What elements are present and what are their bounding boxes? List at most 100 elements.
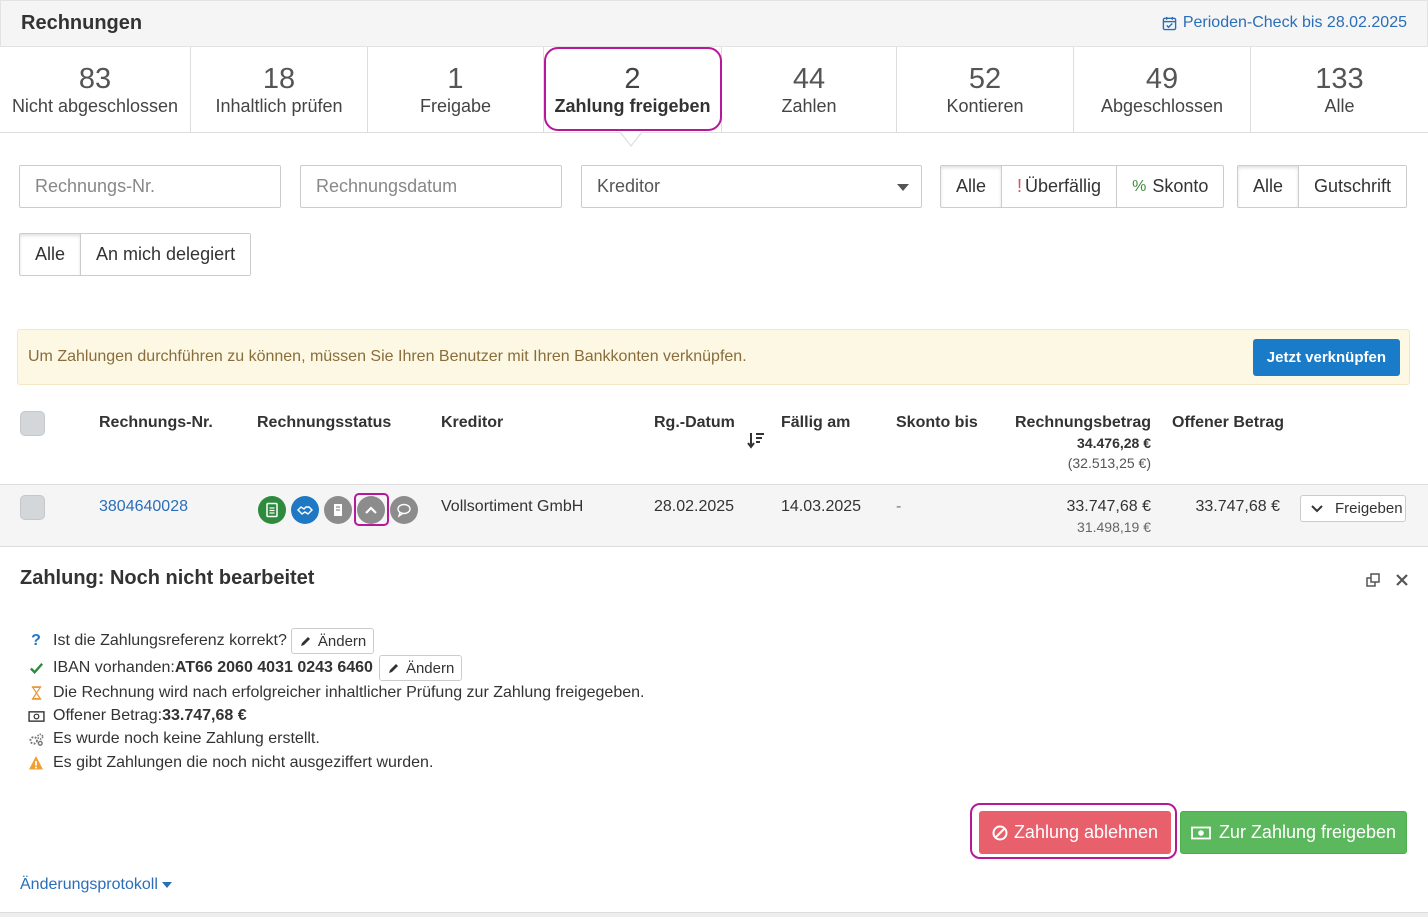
close-icon[interactable] bbox=[1395, 573, 1409, 587]
tab-label: Alle bbox=[1324, 95, 1355, 116]
comment-status-icon[interactable] bbox=[390, 496, 418, 524]
creditor-select[interactable]: Kreditor bbox=[581, 165, 922, 208]
tab-label: Abgeschlossen bbox=[1100, 95, 1224, 116]
tab-zahlung-freigeben[interactable]: 2 Zahlung freigeben bbox=[544, 47, 722, 132]
tab-nicht-abgeschlossen[interactable]: 83 Nicht abgeschlossen bbox=[0, 47, 191, 132]
caret-down-icon bbox=[897, 184, 909, 191]
filter-delegated-to-me[interactable]: An mich delegiert bbox=[81, 234, 251, 275]
approve-payment-label: Zur Zahlung freigeben bbox=[1218, 822, 1397, 842]
chevron-down-icon bbox=[1311, 505, 1323, 513]
reject-payment-button[interactable]: Zahlung ablehnen bbox=[979, 811, 1171, 854]
tab-label: Zahlen bbox=[781, 95, 837, 116]
col-creditor[interactable]: Kreditor bbox=[441, 414, 503, 432]
col-amount[interactable]: Rechnungsbetrag bbox=[1000, 414, 1151, 432]
col-status[interactable]: Rechnungsstatus bbox=[257, 414, 391, 432]
page-title: Rechnungen bbox=[21, 12, 143, 34]
edit-iban-button[interactable]: Ändern bbox=[378, 655, 463, 681]
filter-overdue[interactable]: ! Überfällig bbox=[1002, 166, 1118, 207]
invoice-number-input[interactable] bbox=[19, 165, 281, 208]
tab-count: 49 bbox=[1145, 62, 1179, 95]
filter-delegation-all[interactable]: Alle bbox=[20, 234, 82, 275]
iban-line: IBAN vorhanden: AT66 2060 4031 0243 6460… bbox=[27, 655, 463, 681]
invoice-date-input[interactable] bbox=[300, 165, 562, 208]
ban-icon bbox=[992, 825, 1008, 840]
creditor-select-value: Kreditor bbox=[597, 176, 661, 196]
popout-icon[interactable] bbox=[1366, 573, 1380, 587]
period-check-label: Perioden-Check bis 28.02.2025 bbox=[1182, 14, 1407, 31]
due-filter-group: Alle ! Überfällig % Skonto bbox=[940, 165, 1225, 208]
col-open-amount[interactable]: Offener Betrag bbox=[1172, 414, 1284, 432]
invoice-amount: 33.747,68 € bbox=[1066, 498, 1151, 515]
tab-count: 83 bbox=[78, 62, 112, 95]
invoice-date: 28.02.2025 bbox=[654, 498, 735, 515]
gears-icon bbox=[27, 730, 45, 748]
period-check-link[interactable]: Perioden-Check bis 28.02.2025 bbox=[1162, 14, 1407, 32]
tab-count: 44 bbox=[792, 62, 826, 95]
edit-label: Ändern bbox=[317, 632, 367, 650]
col-invoice-no[interactable]: Rechnungs-Nr. bbox=[99, 414, 213, 432]
row-checkbox[interactable] bbox=[20, 495, 45, 520]
discount-until: - bbox=[896, 498, 902, 515]
payment-detail-title: Zahlung: Noch nicht bearbeitet bbox=[20, 567, 315, 589]
invoice-amount-net: 31.498,19 € bbox=[1077, 519, 1151, 535]
col-date[interactable]: Rg.-Datum bbox=[654, 414, 735, 432]
tab-alle[interactable]: 133 Alle bbox=[1251, 47, 1428, 132]
tab-freigabe[interactable]: 1 Freigabe bbox=[368, 47, 544, 132]
iban-prefix: IBAN vorhanden: bbox=[53, 659, 175, 676]
changelog-label: Änderungsprotokoll bbox=[20, 876, 158, 893]
tab-kontieren[interactable]: 52 Kontieren bbox=[897, 47, 1074, 132]
money-icon bbox=[27, 707, 45, 725]
open-amount-value: 33.747,68 € bbox=[162, 707, 247, 724]
amount-total-net: (32.513,25 €) bbox=[1067, 455, 1151, 471]
tab-count: 1 bbox=[447, 62, 464, 95]
exclamation-icon: ! bbox=[1017, 176, 1023, 196]
active-tab-pointer bbox=[620, 132, 642, 147]
changelog-toggle[interactable]: Änderungsprotokoll bbox=[20, 876, 172, 894]
approve-payment-button[interactable]: Zur Zahlung freigeben bbox=[1180, 811, 1407, 854]
handshake-status-icon[interactable] bbox=[291, 496, 319, 524]
tab-label: Nicht abgeschlossen bbox=[11, 95, 179, 116]
tab-zahlen[interactable]: 44 Zahlen bbox=[722, 47, 897, 132]
open-amount-prefix: Offener Betrag: bbox=[53, 707, 163, 724]
invoice-number-link[interactable]: 3804640028 bbox=[99, 498, 188, 516]
payment-reference-line: ? Ist die Zahlungsreferenz korrekt? Ände… bbox=[27, 628, 375, 654]
release-dropdown-button[interactable]: Freigeben bbox=[1300, 495, 1406, 522]
pencil-icon bbox=[388, 663, 398, 673]
book-status-icon[interactable] bbox=[324, 496, 352, 524]
open-amount-line: Offener Betrag: 33.747,68 € bbox=[27, 707, 247, 725]
status-icon-highlight-frame bbox=[354, 493, 389, 526]
document-status-icon[interactable] bbox=[258, 496, 286, 524]
select-all-checkbox[interactable] bbox=[20, 411, 45, 436]
tab-inhaltlich-pruefen[interactable]: 18 Inhaltlich prüfen bbox=[191, 47, 368, 132]
col-due-date[interactable]: Fällig am bbox=[781, 414, 850, 432]
no-payment-line: Es wurde noch keine Zahlung erstellt. bbox=[27, 730, 320, 748]
link-now-button[interactable]: Jetzt verknüpfen bbox=[1252, 339, 1400, 376]
payment-reference-text: Ist die Zahlungsreferenz korrekt? bbox=[53, 632, 287, 649]
tab-count: 18 bbox=[262, 62, 296, 95]
filter-type-all[interactable]: Alle bbox=[1238, 166, 1300, 207]
tab-count: 133 bbox=[1315, 62, 1364, 95]
pencil-icon bbox=[300, 636, 310, 646]
sort-desc-icon[interactable] bbox=[747, 431, 765, 449]
type-filter-group: Alle Gutschrift bbox=[1237, 165, 1408, 208]
warning-icon bbox=[27, 754, 45, 772]
amount-total: 34.476,28 € bbox=[1077, 435, 1151, 451]
col-discount-until[interactable]: Skonto bis bbox=[896, 414, 978, 432]
filter-credit-note[interactable]: Gutschrift bbox=[1299, 166, 1407, 207]
tab-abgeschlossen[interactable]: 49 Abgeschlossen bbox=[1074, 47, 1251, 132]
status-tabs: 83 Nicht abgeschlossen 18 Inhaltlich prü… bbox=[0, 47, 1428, 133]
filter-due-all[interactable]: Alle bbox=[941, 166, 1003, 207]
panel-bottom-border bbox=[0, 912, 1428, 917]
filter-overdue-label: Überfällig bbox=[1025, 176, 1102, 196]
caret-down-icon bbox=[161, 882, 172, 888]
unmatched-payments-line: Es gibt Zahlungen die noch nicht ausgezi… bbox=[27, 754, 433, 772]
alert-message: Um Zahlungen durchführen zu können, müss… bbox=[28, 348, 747, 365]
money-icon bbox=[1191, 826, 1211, 839]
open-amount: 33.747,68 € bbox=[1195, 498, 1280, 515]
tab-label: Freigabe bbox=[419, 95, 492, 116]
creditor-name: Vollsortiment GmbH bbox=[441, 498, 584, 515]
edit-reference-button[interactable]: Ändern bbox=[290, 628, 375, 654]
filter-discount[interactable]: % Skonto bbox=[1117, 166, 1224, 207]
release-label: Freigeben bbox=[1335, 500, 1403, 517]
no-payment-text: Es wurde noch keine Zahlung erstellt. bbox=[53, 730, 320, 747]
